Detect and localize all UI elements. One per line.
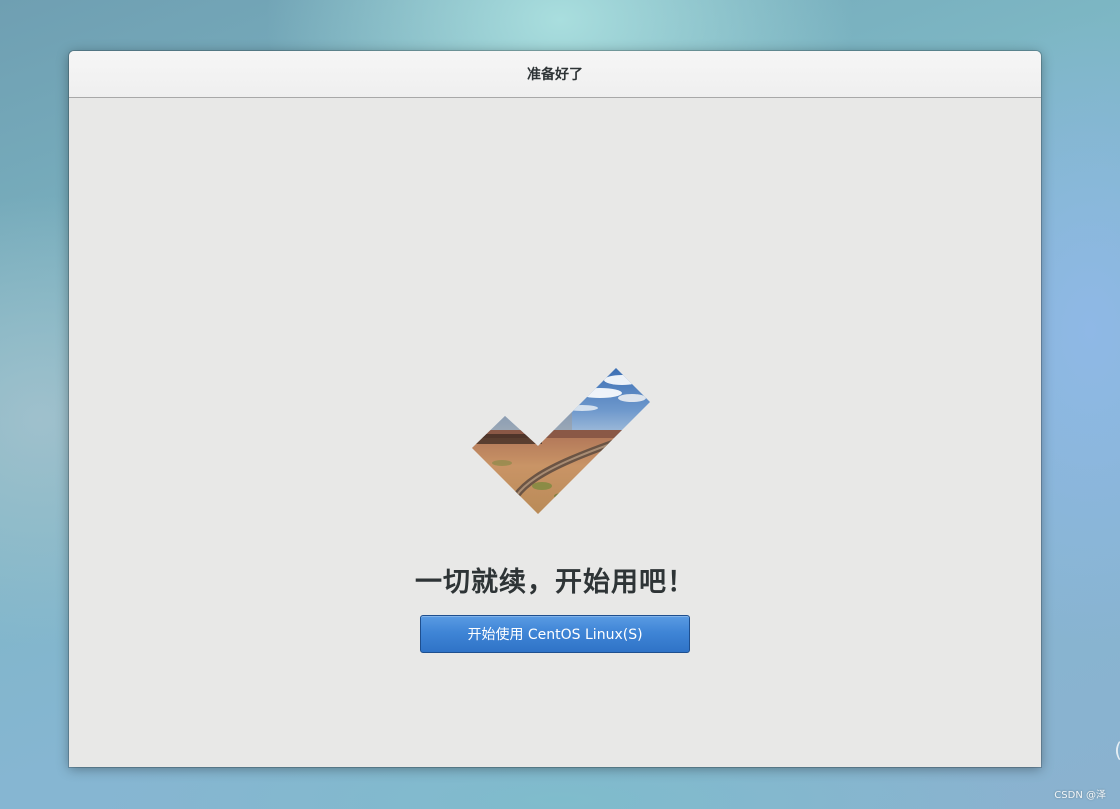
- dialog-content: 一切就续，开始用吧！ 开始使用 CentOS Linux(S): [69, 98, 1041, 767]
- window-title: 准备好了: [527, 67, 583, 83]
- ready-headline: 一切就续，开始用吧！: [415, 567, 695, 598]
- watermark-text: CSDN @泽: [1054, 790, 1106, 801]
- checkmark-landscape-icon: [472, 368, 650, 514]
- desktop-background: 准备好了 一切就续，开始用吧！ 开始使用 CentOS Linux(S) CSD…: [0, 0, 1120, 809]
- window-titlebar: 准备好了: [69, 51, 1041, 98]
- start-using-button[interactable]: 开始使用 CentOS Linux(S): [420, 615, 690, 653]
- initial-setup-dialog: 准备好了 一切就续，开始用吧！ 开始使用 CentOS Linux(S): [69, 51, 1041, 767]
- edge-glyph: (: [1114, 738, 1120, 762]
